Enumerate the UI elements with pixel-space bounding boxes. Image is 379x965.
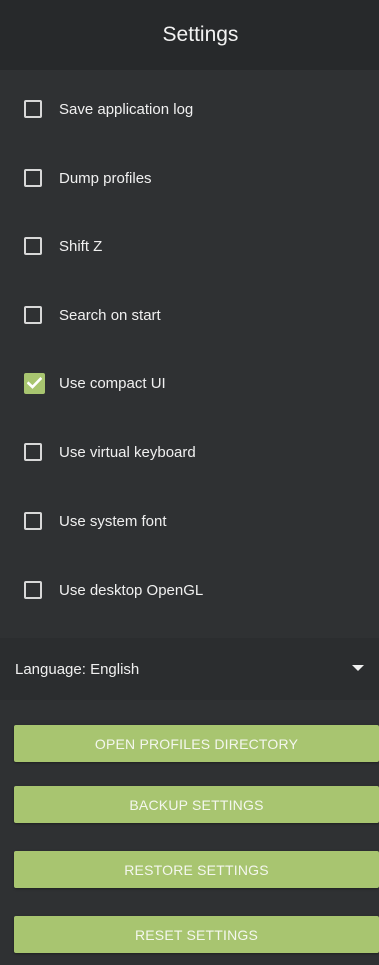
option-save-application-log[interactable]: Save application log — [0, 83, 379, 135]
checkbox-icon[interactable] — [24, 443, 42, 461]
option-label: Use compact UI — [59, 374, 166, 392]
settings-page: Settings Save application log Dump profi… — [0, 0, 379, 965]
option-label: Search on start — [59, 306, 161, 324]
checkbox-icon[interactable] — [24, 100, 42, 118]
chevron-down-icon[interactable] — [352, 665, 364, 671]
option-label: Save application log — [59, 100, 194, 118]
reset-settings-button[interactable]: RESET SETTINGS — [14, 916, 379, 953]
open-profiles-directory-button[interactable]: OPEN PROFILES DIRECTORY — [14, 725, 379, 762]
option-label: Use virtual keyboard — [59, 443, 196, 461]
option-label: Dump profiles — [59, 169, 152, 187]
checkbox-icon[interactable] — [24, 237, 42, 255]
checkbox-icon[interactable] — [24, 512, 42, 530]
restore-settings-button[interactable]: RESTORE SETTINGS — [14, 851, 379, 888]
option-use-compact-ui[interactable]: Use compact UI — [0, 357, 379, 409]
option-use-system-font[interactable]: Use system font — [0, 495, 379, 547]
checkmark-icon — [27, 377, 42, 389]
backup-settings-button[interactable]: BACKUP SETTINGS — [14, 786, 379, 823]
settings-header: Settings — [0, 0, 379, 70]
page-title: Settings — [162, 23, 239, 46]
option-label: Use desktop OpenGL — [59, 581, 204, 599]
checkbox-checked-icon[interactable] — [24, 372, 45, 394]
checkbox-icon[interactable] — [24, 169, 42, 187]
option-shift-z[interactable]: Shift Z — [0, 220, 379, 272]
option-use-virtual-keyboard[interactable]: Use virtual keyboard — [0, 426, 379, 478]
option-label: Use system font — [59, 512, 167, 530]
option-use-desktop-opengl[interactable]: Use desktop OpenGL — [0, 564, 379, 616]
option-dump-profiles[interactable]: Dump profiles — [0, 152, 379, 204]
option-search-on-start[interactable]: Search on start — [0, 289, 379, 341]
language-dropdown[interactable]: Language: English — [0, 638, 379, 700]
checkbox-icon[interactable] — [24, 581, 42, 599]
checkbox-icon[interactable] — [24, 306, 42, 324]
option-label: Shift Z — [59, 237, 103, 255]
language-label: Language: English — [15, 660, 140, 678]
